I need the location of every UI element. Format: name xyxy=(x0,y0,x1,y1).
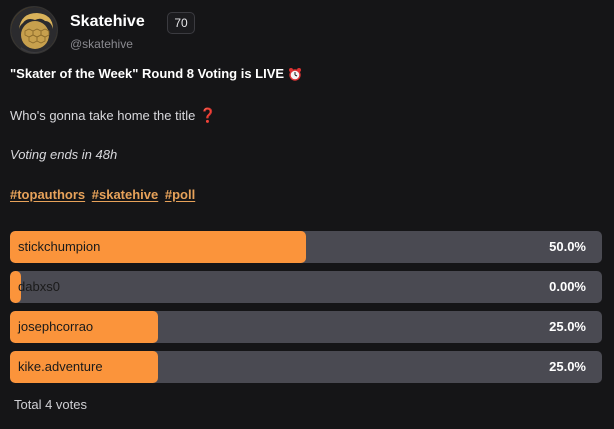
post-title: "Skater of the Week" Round 8 Voting is L… xyxy=(10,66,285,81)
hashtag-link[interactable]: #topauthors xyxy=(10,187,85,202)
poll-option-percent: 25.0% xyxy=(549,359,586,374)
poll-option-percent: 25.0% xyxy=(549,319,586,334)
avatar[interactable] xyxy=(10,6,58,54)
author-handle[interactable]: @skatehive xyxy=(70,37,133,51)
red-question-mark-icon: ❓ xyxy=(199,107,217,123)
hashtag-link[interactable]: #poll xyxy=(165,187,195,202)
poll-option[interactable]: dabxs0 0.00% xyxy=(10,271,602,303)
poll-option[interactable]: kike.adventure 25.0% xyxy=(10,351,602,383)
hashtag-list: #topauthors #skatehive #poll xyxy=(10,187,198,202)
author-name[interactable]: Skatehive xyxy=(70,13,145,31)
poll-total-votes: Total 4 votes xyxy=(14,397,87,412)
poll-option-percent: 50.0% xyxy=(549,239,586,254)
poll-option-label: josephcorrao xyxy=(18,319,94,334)
poll-option[interactable]: stickchumpion 50.0% xyxy=(10,231,602,263)
post-question: Who's gonna take home the title xyxy=(10,108,196,123)
poll-option-percent: 0.00% xyxy=(549,279,586,294)
poll-option-label: stickchumpion xyxy=(18,239,101,254)
poll-option-label: kike.adventure xyxy=(18,359,103,374)
poll-option[interactable]: josephcorrao 25.0% xyxy=(10,311,602,343)
poll: stickchumpion 50.0% dabxs0 0.00% josephc… xyxy=(10,231,602,391)
hashtag-link[interactable]: #skatehive xyxy=(92,187,159,202)
post-header: Skatehive 70 @skatehive xyxy=(10,6,604,54)
reputation-badge: 70 xyxy=(167,12,195,34)
avatar-image xyxy=(11,7,57,53)
poll-option-label: dabxs0 xyxy=(18,279,60,294)
voting-ends-text: Voting ends in 48h xyxy=(10,147,118,162)
alarm-clock-icon xyxy=(289,67,302,81)
post-question-row: Who's gonna take home the title ❓ xyxy=(10,107,217,124)
post-title-row: "Skater of the Week" Round 8 Voting is L… xyxy=(10,66,302,81)
